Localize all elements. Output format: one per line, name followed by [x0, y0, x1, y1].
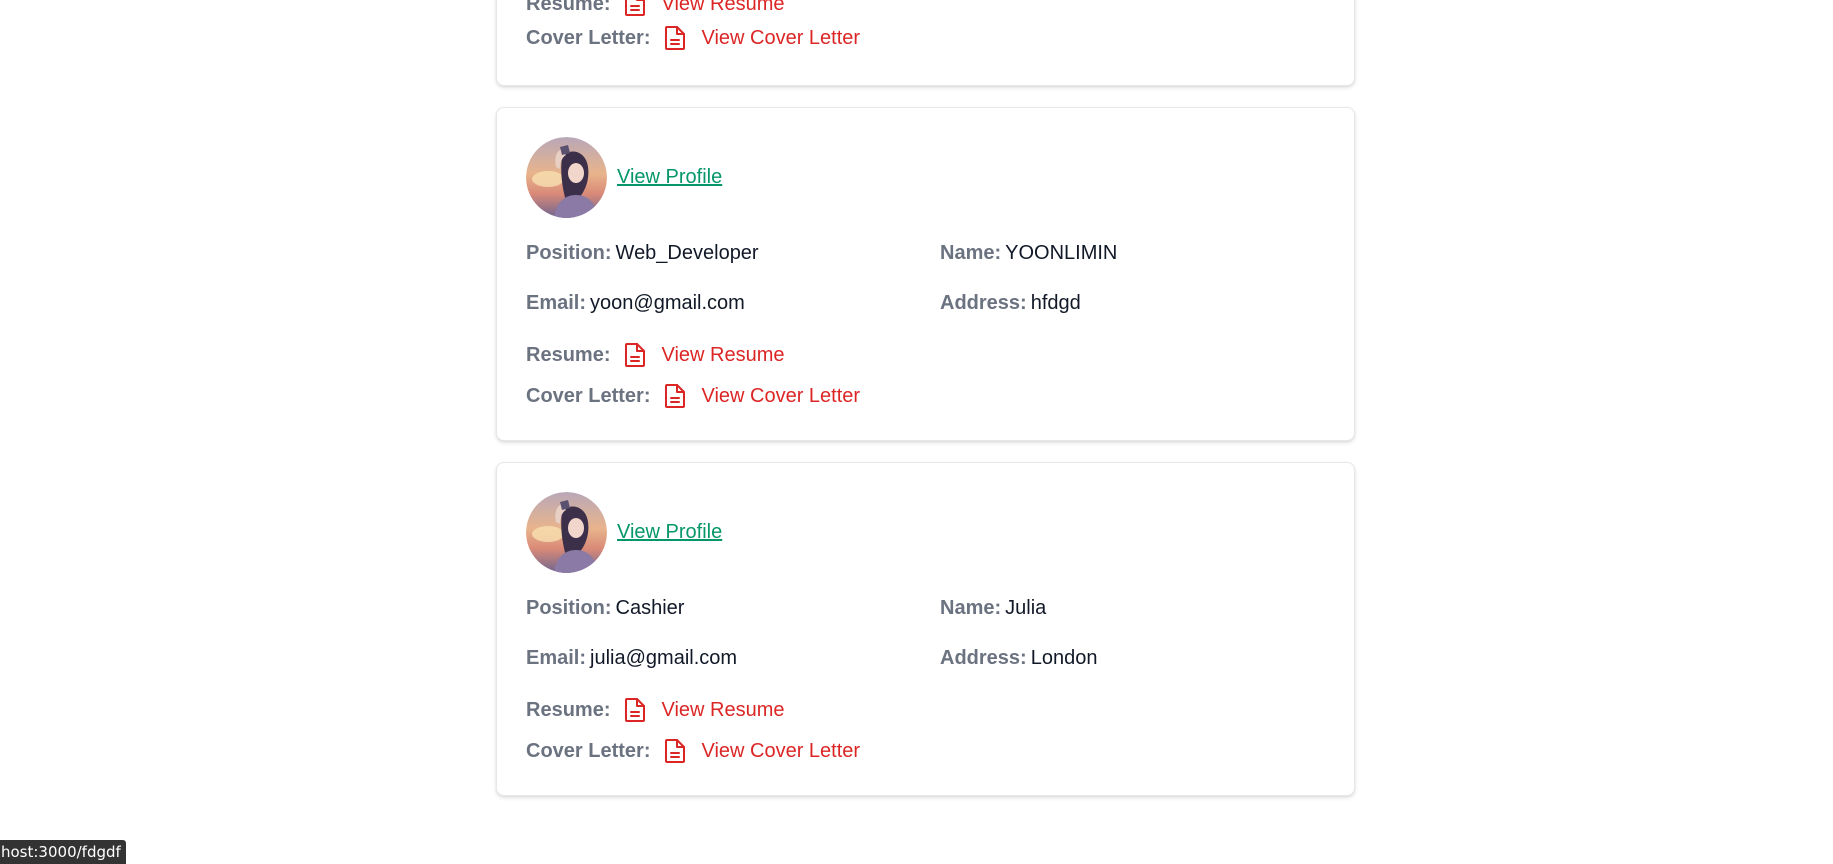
position-value: Cashier [615, 597, 685, 619]
email-label: Email: [526, 647, 587, 669]
email-label: Email: [526, 292, 587, 314]
resume-row: Resume: View Resume [526, 697, 785, 723]
resume-label: Resume: [526, 698, 611, 721]
resume-label: Resume: [526, 0, 611, 15]
applicant-card: Resume: View Resume Cover Letter: View C… [496, 0, 1355, 86]
view-resume-link[interactable]: View Resume [610, 342, 785, 368]
email-value: yoon@gmail.com [590, 292, 745, 314]
resume-label: Resume: [526, 343, 611, 366]
address-value: hfdgd [1030, 292, 1081, 314]
name-label: Name: [940, 597, 1002, 619]
view-resume-text: View Resume [661, 0, 785, 15]
cover-letter-label: Cover Letter: [526, 739, 651, 762]
view-cover-letter-text: View Cover Letter [701, 739, 861, 762]
file-text-icon [665, 739, 686, 763]
avatar[interactable] [526, 137, 607, 218]
position-label: Position: [526, 242, 612, 264]
file-text-icon [625, 0, 646, 16]
file-text-icon [625, 343, 646, 367]
applicant-card: View Profile Position: Web_Developer Name… [496, 107, 1355, 441]
address-value: London [1030, 647, 1098, 669]
email-field: Email: yoon@gmail.com [526, 292, 745, 315]
view-profile-link[interactable]: View Profile [617, 521, 722, 544]
view-cover-letter-text: View Cover Letter [701, 26, 861, 49]
cover-letter-label: Cover Letter: [526, 26, 651, 49]
name-field: Name: Julia [940, 597, 1046, 620]
applications-page: Resume: View Resume Cover Letter: View C… [0, 0, 1833, 864]
resume-row: Resume: View Resume [526, 0, 785, 17]
profile-row: View Profile [526, 492, 722, 573]
resume-row: Resume: View Resume [526, 342, 785, 368]
view-resume-text: View Resume [661, 698, 785, 721]
position-value: Web_Developer [615, 242, 759, 264]
address-field: Address: London [940, 647, 1097, 670]
cover-letter-label: Cover Letter: [526, 384, 651, 407]
link-status-bar: host:3000/fdgdf [0, 840, 126, 864]
view-resume-link[interactable]: View Resume [610, 697, 785, 723]
address-field: Address: hfdgd [940, 292, 1081, 315]
name-field: Name: YOONLIMIN [940, 242, 1117, 265]
file-text-icon [665, 384, 686, 408]
file-text-icon [625, 698, 646, 722]
cover-letter-row: Cover Letter: View Cover Letter [526, 25, 860, 51]
view-profile-link[interactable]: View Profile [617, 166, 722, 189]
view-cover-letter-text: View Cover Letter [701, 384, 861, 407]
position-field: Position: Cashier [526, 597, 684, 620]
position-label: Position: [526, 597, 612, 619]
position-field: Position: Web_Developer [526, 242, 759, 265]
cover-letter-row: Cover Letter: View Cover Letter [526, 738, 860, 764]
name-value: Julia [1005, 597, 1047, 619]
email-value: julia@gmail.com [590, 647, 738, 669]
cover-letter-row: Cover Letter: View Cover Letter [526, 383, 860, 409]
view-cover-letter-link[interactable]: View Cover Letter [650, 738, 860, 764]
address-label: Address: [940, 647, 1027, 669]
email-field: Email: julia@gmail.com [526, 647, 737, 670]
view-resume-link[interactable]: View Resume [610, 0, 785, 17]
view-resume-text: View Resume [661, 343, 785, 366]
view-cover-letter-link[interactable]: View Cover Letter [650, 383, 860, 409]
name-label: Name: [940, 242, 1002, 264]
view-cover-letter-link[interactable]: View Cover Letter [650, 25, 860, 51]
avatar[interactable] [526, 492, 607, 573]
profile-row: View Profile [526, 137, 722, 218]
address-label: Address: [940, 292, 1027, 314]
applicant-card: View Profile Position: Cashier Name: Julia… [496, 462, 1355, 796]
name-value: YOONLIMIN [1005, 242, 1118, 264]
file-text-icon [665, 26, 686, 50]
